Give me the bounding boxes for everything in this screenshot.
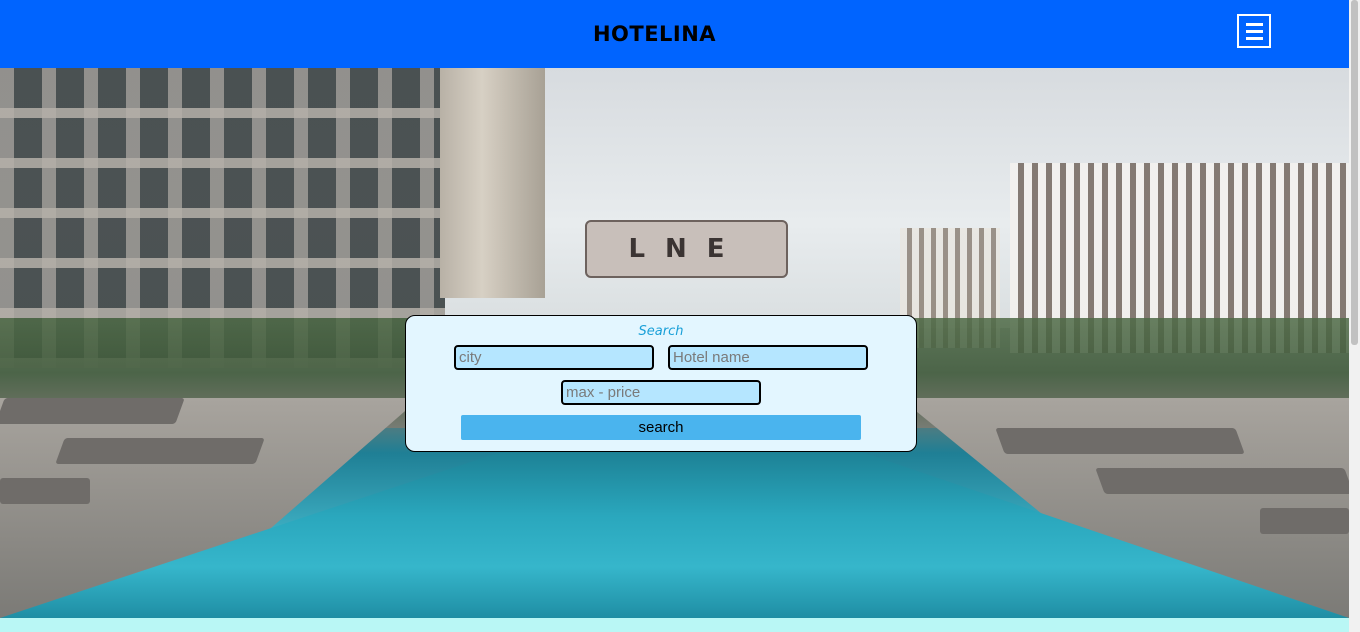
- lounger: [1095, 468, 1349, 494]
- hotel-sign: LNE: [585, 220, 788, 278]
- brand-logo[interactable]: HOTELINA: [0, 22, 1309, 46]
- search-button[interactable]: search: [461, 415, 861, 440]
- lounger: [55, 438, 265, 464]
- lounger: [1260, 508, 1349, 534]
- menu-bar: [1246, 23, 1263, 26]
- lounger: [0, 478, 90, 504]
- vertical-scrollbar[interactable]: [1349, 0, 1360, 632]
- scrollbar-thumb[interactable]: [1351, 0, 1358, 345]
- max-price-input[interactable]: [561, 380, 761, 405]
- search-title: Search: [638, 324, 684, 339]
- search-panel: Search search: [405, 315, 917, 452]
- menu-bar: [1246, 37, 1263, 40]
- hotel-name-input[interactable]: [668, 345, 868, 370]
- footer-strip: [0, 618, 1349, 632]
- lounger: [0, 398, 185, 424]
- top-navbar: HOTELINA: [0, 0, 1349, 68]
- hero-tower: [440, 68, 545, 298]
- city-input[interactable]: [454, 345, 654, 370]
- lounger: [995, 428, 1245, 454]
- hamburger-menu-icon[interactable]: [1237, 14, 1271, 48]
- menu-bar: [1246, 30, 1263, 33]
